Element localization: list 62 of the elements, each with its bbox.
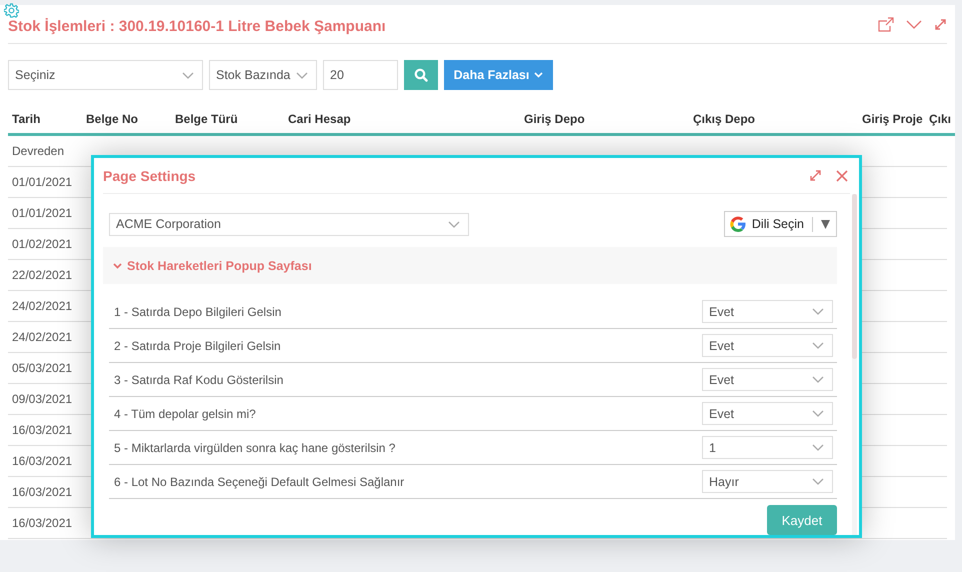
dropdown-arrow-icon [821,220,830,228]
table-cell: 09/03/2021 [12,392,72,406]
table-cell: 01/01/2021 [12,175,72,189]
column-header[interactable]: Belge Türü [171,112,284,126]
table-cell: 16/03/2021 [12,485,72,499]
chevron-down-icon[interactable] [906,20,922,28]
setting-label: 5 - Miktarlarda virgülden sonra kaç hane gösterilsin ? [113,440,396,454]
table-cell: 24/02/2021 [12,299,72,313]
search-button[interactable] [404,60,438,90]
column-header[interactable]: Giriş Proje [858,112,925,126]
table-cell: 16/03/2021 [12,423,72,437]
search-icon [414,68,428,82]
chevron-down-icon [296,72,308,78]
expand-icon[interactable] [934,18,947,30]
column-header[interactable]: Cari Hesap [284,112,520,126]
chevron-down-icon [448,220,460,228]
chevron-down-icon [812,342,824,349]
table-cell: Devreden [12,144,64,158]
chevron-down-icon [812,478,824,485]
setting-select[interactable]: Evet [702,402,833,425]
chevron-down-icon [113,262,122,268]
setting-select[interactable]: Hayır [702,470,833,493]
setting-label: 2 - Satırda Proje Bilgileri Gelsin [113,338,281,352]
chevron-down-icon [812,410,824,417]
table-cell: 05/03/2021 [12,361,72,375]
column-header[interactable]: Tarih [8,112,82,126]
table-cell: 16/03/2021 [12,454,72,468]
account-select[interactable]: Seçiniz [8,60,203,90]
column-header[interactable]: Çıkış Depo [689,112,858,126]
gear-icon[interactable] [4,3,19,18]
setting-select[interactable]: Evet [702,368,833,391]
setting-select[interactable]: Evet [702,300,833,323]
chevron-down-icon [182,72,194,78]
setting-select[interactable]: 1 [702,436,833,459]
table-cell: 22/02/2021 [12,268,72,282]
google-icon [728,215,747,233]
column-header[interactable]: Çıkı [925,112,955,126]
setting-label: 6 - Lot No Bazında Seçeneği Default Gelmesi Sağlanır [113,474,404,488]
column-header[interactable]: Giriş Depo [520,112,689,126]
basis-select[interactable]: Stok Bazında [209,60,317,90]
setting-label: 3 - Satırda Raf Kodu Gösterilsin [113,372,284,386]
close-icon[interactable] [836,170,848,182]
chevron-down-icon [812,376,824,383]
table-cell: 01/02/2021 [12,237,72,251]
scrollbar-thumb[interactable] [852,194,857,359]
share-icon[interactable] [878,16,894,32]
dialog-title: Page Settings [103,168,197,184]
count-field[interactable]: 20 [323,60,398,90]
chevron-down-icon [812,444,824,451]
company-select[interactable]: ACME Corporation [109,212,469,236]
expand-icon[interactable] [809,169,822,182]
language-select[interactable]: Dili Seçin [724,211,837,237]
chevron-down-icon [812,308,824,315]
page-title: Stok İşlemleri : 300.19.10160-1 Litre Bebek Şampuanı [8,16,387,34]
table-cell: 24/02/2021 [12,330,72,344]
table-cell: 01/01/2021 [12,206,72,220]
setting-label: 4 - Tüm depolar gelsin mi? [113,406,256,420]
setting-select[interactable]: Evet [702,334,833,357]
column-header[interactable]: Belge No [82,112,171,126]
chevron-down-icon [534,72,544,78]
setting-label: 1 - Satırda Depo Bilgileri Gelsin [113,304,282,318]
table-cell: 16/03/2021 [12,516,72,530]
